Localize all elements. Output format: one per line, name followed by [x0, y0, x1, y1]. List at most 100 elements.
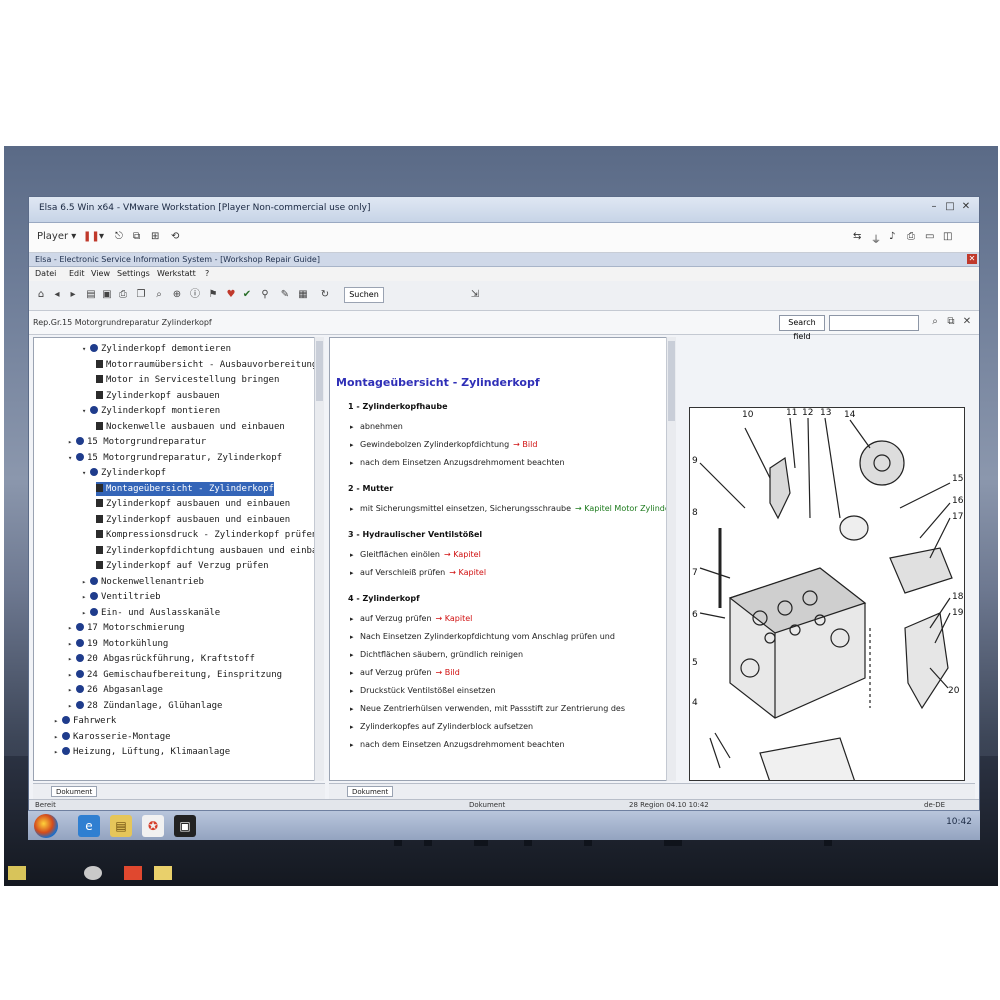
device-icon-usb[interactable]: ⏚ [871, 231, 881, 246]
desktop-icon-file[interactable] [154, 866, 172, 880]
media-player-icon[interactable]: ✪ [142, 815, 164, 837]
tree-node[interactable]: ▾ Zylinderkopf [82, 466, 166, 480]
zoom-icon[interactable]: ⊕ [171, 288, 183, 302]
screen-fit-icon[interactable]: ⧉ [133, 231, 140, 242]
tree-node[interactable]: ▸ 28 Zündanlage, Glühanlage [68, 699, 222, 713]
device-icon-printer[interactable]: ⎙ [907, 231, 915, 242]
cross-reference-link[interactable]: → Bild [513, 440, 537, 449]
tree-node[interactable]: ▾ 15 Motorgrundreparatur, Zylinderkopf [68, 451, 282, 465]
device-icon-network[interactable]: ⇆ [853, 231, 861, 242]
collapse-icon[interactable]: ▾ [82, 404, 90, 418]
tree-node[interactable]: ▸ 24 Gemischaufbereitung, Einspritzung [68, 668, 282, 682]
tree-node[interactable]: ▸ 19 Motorkühlung [68, 637, 168, 651]
tree-node[interactable]: ▸ Nockenwellenantrieb [82, 575, 204, 589]
note-icon[interactable]: ✎ [279, 288, 291, 302]
tree-node[interactable]: Kompressionsdruck - Zylinderkopf prüfen [96, 528, 317, 542]
expand-icon[interactable]: ▸ [68, 683, 76, 697]
filter-icon[interactable]: ⚲ [259, 288, 271, 302]
expand-icon[interactable]: ▸ [68, 652, 76, 666]
pause-icon[interactable]: ❚❚ [83, 231, 100, 242]
print-icon[interactable]: ⎙ [117, 288, 129, 302]
tree-node[interactable]: ▸ Fahrwerk [54, 714, 116, 728]
device-icon-disk[interactable]: ◫ [943, 231, 952, 242]
expand-icon[interactable]: ▸ [68, 668, 76, 682]
collapse-icon[interactable]: ▾ [82, 466, 90, 480]
tree-node[interactable]: ▸ 17 Motorschmierung [68, 621, 185, 635]
desktop-icon-disc[interactable] [84, 866, 102, 880]
tree-node[interactable]: Zylinderkopf ausbauen und einbauen [96, 513, 290, 527]
cross-reference-link[interactable]: → Kapitel [449, 568, 486, 577]
layout-icon[interactable]: ▦ [297, 288, 309, 302]
start-orb-icon[interactable] [34, 814, 58, 838]
tree-node[interactable]: Zylinderkopf ausbauen [96, 389, 220, 403]
dropdown-chevron-icon[interactable]: ▾ [99, 231, 104, 242]
tree-node[interactable]: ▾ Zylinderkopf montieren [82, 404, 220, 418]
explorer-folder-icon[interactable]: ▤ [110, 815, 132, 837]
expand-icon[interactable]: ▸ [82, 575, 90, 589]
expand-icon[interactable]: ▸ [68, 637, 76, 651]
expand-icon[interactable]: ▸ [54, 714, 62, 728]
menu-item-werkstatt[interactable]: Werkstatt [157, 269, 196, 278]
check-icon[interactable]: ✔ [241, 288, 253, 302]
tab-tree-dokument[interactable]: Dokument [51, 786, 98, 797]
open-icon[interactable]: ▤ [85, 288, 97, 302]
find-icon[interactable]: ⌕ [153, 288, 165, 302]
cross-reference-link[interactable]: → Kapitel [444, 550, 481, 559]
maximize-icon[interactable]: □ [943, 201, 957, 213]
expand-icon[interactable]: ▸ [82, 606, 90, 620]
tree-node[interactable]: ▸ Heizung, Lüftung, Klimaanlage [54, 745, 230, 759]
menu-item-settings[interactable]: Settings [117, 269, 150, 278]
tree-node[interactable]: ▸ Ventiltrieb [82, 590, 161, 604]
tree-node[interactable]: Zylinderkopf auf Verzug prüfen [96, 559, 269, 573]
home-icon[interactable]: ⌂ [35, 288, 47, 302]
expand-icon[interactable]: ▸ [54, 730, 62, 744]
search-button[interactable]: Suchen [344, 287, 384, 303]
ie-browser-icon[interactable]: e [78, 815, 100, 837]
forward-icon[interactable]: ▸ [67, 288, 79, 302]
tray-clock[interactable]: 10:42 [946, 817, 972, 827]
document-scrollbar[interactable] [666, 337, 676, 781]
pane-close-icon[interactable]: ✕ [961, 315, 973, 329]
expand-icon[interactable]: ▸ [54, 745, 62, 759]
tree-node[interactable]: ▸ Karosserie-Montage [54, 730, 171, 744]
back-icon[interactable]: ◂ [51, 288, 63, 302]
tree-node[interactable]: Motor in Servicestellung bringen [96, 373, 279, 387]
unity-icon[interactable]: ⊞ [151, 231, 159, 242]
device-icon-display[interactable]: ▭ [925, 231, 934, 242]
chapter-link[interactable]: → Kapitel Motor Zylinderkopf [575, 504, 674, 513]
minimize-icon[interactable]: – [927, 201, 941, 213]
tree-node[interactable]: Zylinderkopfdichtung ausbauen und einbau… [96, 544, 322, 558]
send-ctrl-alt-del-icon[interactable]: ⎋ [115, 231, 123, 242]
collapse-icon[interactable]: ▾ [82, 342, 90, 356]
flag-icon[interactable]: ⚑ [207, 288, 219, 302]
tree-node[interactable]: ▸ 26 Abgasanlage [68, 683, 163, 697]
search-input[interactable] [829, 315, 919, 331]
expand-icon[interactable]: ▸ [68, 621, 76, 635]
expand-icon[interactable]: ▸ [68, 699, 76, 713]
collapse-icon[interactable]: ▾ [68, 451, 76, 465]
tab-document-dokument[interactable]: Dokument [347, 786, 394, 797]
close-icon[interactable]: ✕ [959, 201, 973, 213]
save-icon[interactable]: ▣ [101, 288, 113, 302]
player-menu-button[interactable]: Player ▾ [37, 231, 76, 242]
menu-item-edit[interactable]: Edit [69, 269, 85, 278]
desktop-icon-app[interactable] [124, 866, 142, 880]
refresh-icon[interactable]: ↻ [319, 288, 331, 302]
cross-reference-link[interactable]: → Bild [436, 668, 460, 677]
cross-reference-link[interactable]: → Kapitel [436, 614, 473, 623]
snapshot-icon[interactable]: ⟲ [171, 231, 179, 242]
tree-node[interactable]: ▸ 20 Abgasrückführung, Kraftstoff [68, 652, 255, 666]
tree-node[interactable]: ▸ Ein- und Auslasskanäle [82, 606, 220, 620]
tree-scrollbar[interactable] [314, 337, 324, 781]
info-icon[interactable]: ⓘ [189, 288, 201, 302]
tree-node-selected[interactable]: Montageübersicht - Zylinderkopf [96, 481, 274, 496]
desktop-icon-folder[interactable] [8, 866, 26, 880]
tree-node[interactable]: ▾ Zylinderkopf demontieren [82, 342, 231, 356]
device-icon-audio[interactable]: ♪ [889, 231, 895, 242]
goto-icon[interactable]: ⇲ [469, 288, 481, 302]
menu-item-datei[interactable]: Datei [35, 269, 56, 278]
pane-restore-icon[interactable]: ⧉ [945, 315, 957, 329]
tree-node[interactable]: Nockenwelle ausbauen und einbauen [96, 420, 285, 434]
tree-node[interactable]: Motorraumübersicht - Ausbauvorbereitung [96, 358, 317, 372]
bookmark-red-icon[interactable]: ♥ [225, 288, 237, 302]
